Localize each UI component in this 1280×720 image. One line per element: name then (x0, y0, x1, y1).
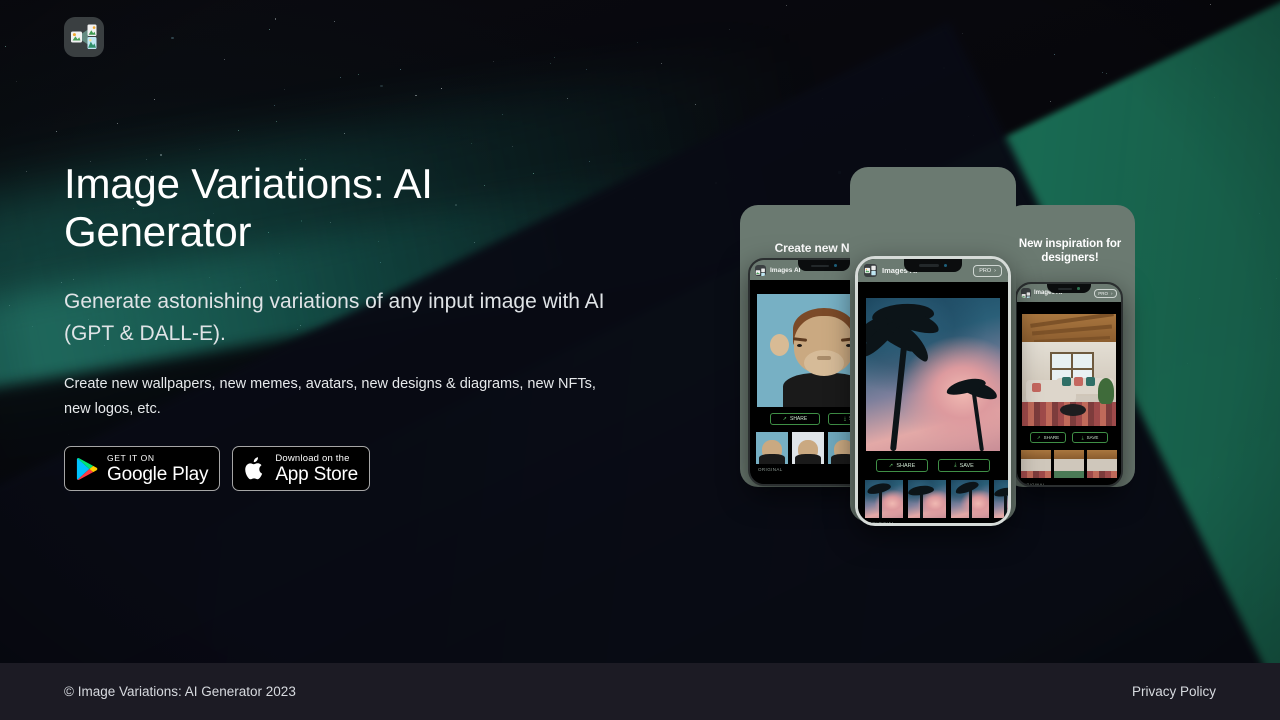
phone-center-save-label: SAVE (959, 462, 974, 469)
phone-right-original-label: ORIGINAL (1023, 482, 1046, 487)
phone-right-notch (1047, 284, 1091, 293)
thumbnail-item[interactable] (951, 480, 989, 518)
app-store-badge-small: Download on the (275, 452, 350, 464)
phone-right-pro-button[interactable]: PRO › (1093, 288, 1117, 298)
appbar-logo-icon-center (864, 265, 876, 276)
phone-right-share-button[interactable]: ➚ SHARE (1030, 432, 1066, 443)
hero-section: Image Variations: AI Generator Generate … (64, 160, 684, 421)
page-title: Image Variations: AI Generator (64, 160, 433, 255)
living-room-artwork (1022, 314, 1116, 426)
phone-right-save-label: SAVE (1086, 435, 1099, 440)
thumbnail-item[interactable] (865, 480, 903, 518)
share-icon: ➚ (1036, 434, 1041, 440)
image-variations-app-icon (71, 24, 97, 49)
download-icon: ⤓ (1081, 435, 1084, 440)
phone-right-pro-label: PRO (1098, 290, 1108, 296)
google-play-icon (76, 457, 98, 480)
phone-center-notch (904, 259, 962, 272)
thumbnail-item[interactable] (994, 480, 1008, 518)
app-store-badge-label: App Store (275, 463, 359, 485)
google-play-badge[interactable]: GET IT ON Google Play (64, 446, 221, 491)
phone-center-screen: ➚ SHARE ⤓ SAVE ORIGINAL (858, 282, 1008, 523)
thumbnail-item[interactable] (756, 432, 788, 464)
palm-wallpaper-artwork (866, 298, 1000, 451)
phone-center-main-image (866, 298, 1000, 451)
phone-center-share-label: SHARE (896, 462, 916, 469)
phone-center-device: Images AI PRO › ➚ SHARE ⤓ SAVE ORIGINAL (855, 256, 1011, 526)
privacy-policy-link[interactable]: Privacy Policy (1132, 684, 1216, 699)
phone-right-screen: ➚ SHARE ⤓ SAVE ORIGINAL (1017, 302, 1121, 485)
google-play-badge-label: Google Play (107, 463, 209, 485)
phone-center-actions: ➚ SHARE ⤓ SAVE (858, 459, 1008, 472)
phone-right-device: Images AI PRO › ➚ SHARE ⤓ SAVE ORIGINAL (1015, 282, 1123, 487)
phone-mockups: Create new NFTs! Images AI ➚ SHARE ⤓ ORI… (700, 150, 1280, 570)
footer-copyright: © Image Variations: AI Generator 2023 (64, 684, 296, 699)
phone-left-original-label: ORIGINAL (758, 467, 783, 472)
phone-center-share-button[interactable]: ➚ SHARE (876, 459, 928, 472)
thumbnail-item-selected[interactable] (908, 480, 946, 518)
phone-right-thumbnails (1017, 450, 1121, 478)
store-badges: GET IT ON Google Play Download on the Ap… (64, 446, 371, 491)
phone-center-save-button[interactable]: ⤓ SAVE (938, 459, 990, 472)
download-icon: ⤓ (954, 462, 957, 468)
thumbnail-item[interactable] (792, 432, 824, 464)
thumbnail-item[interactable] (1021, 450, 1051, 478)
app-logo[interactable] (64, 17, 104, 57)
phone-center-pro-button[interactable]: PRO › (973, 264, 1002, 277)
phone-center-thumbnails (858, 480, 1008, 518)
chevron-right-icon: › (1111, 290, 1113, 296)
phone-right-caption: New inspiration for designers! (1018, 238, 1122, 265)
appbar-logo-icon-left (755, 267, 765, 276)
phone-left-share-label: SHARE (789, 416, 808, 422)
hero-subheadline: Generate astonishing variations of any i… (64, 290, 605, 345)
share-icon: ➚ (782, 416, 787, 422)
phone-center-original-label: ORIGINAL (868, 522, 896, 526)
phone-right-share-label: SHARE (1043, 435, 1060, 440)
phone-left-share-button[interactable]: ➚ SHARE (770, 413, 820, 425)
chevron-right-icon: › (994, 267, 996, 274)
phone-center-pro-label: PRO (979, 267, 992, 274)
phone-right-save-button[interactable]: ⤓ SAVE (1072, 432, 1108, 443)
appbar-logo-icon-right (1021, 292, 1030, 298)
thumbnail-item-selected[interactable] (1054, 450, 1084, 478)
apple-logo-icon (245, 456, 263, 479)
app-store-badge[interactable]: Download on the App Store (232, 446, 371, 491)
thumbnail-item[interactable] (1087, 450, 1117, 478)
landing-page: Image Variations: AI Generator Generate … (0, 0, 1280, 720)
google-play-badge-small: GET IT ON (107, 452, 155, 463)
share-icon: ➚ (888, 462, 894, 469)
phone-right-actions: ➚ SHARE ⤓ SAVE (1017, 432, 1121, 443)
phone-right-main-image (1022, 314, 1116, 426)
hero-description: Create new wallpapers, new memes, avatar… (64, 376, 596, 417)
phone-left-notch (798, 260, 850, 271)
page-footer: © Image Variations: AI Generator 2023 Pr… (0, 663, 1280, 720)
download-icon: ⤓ (843, 416, 847, 422)
